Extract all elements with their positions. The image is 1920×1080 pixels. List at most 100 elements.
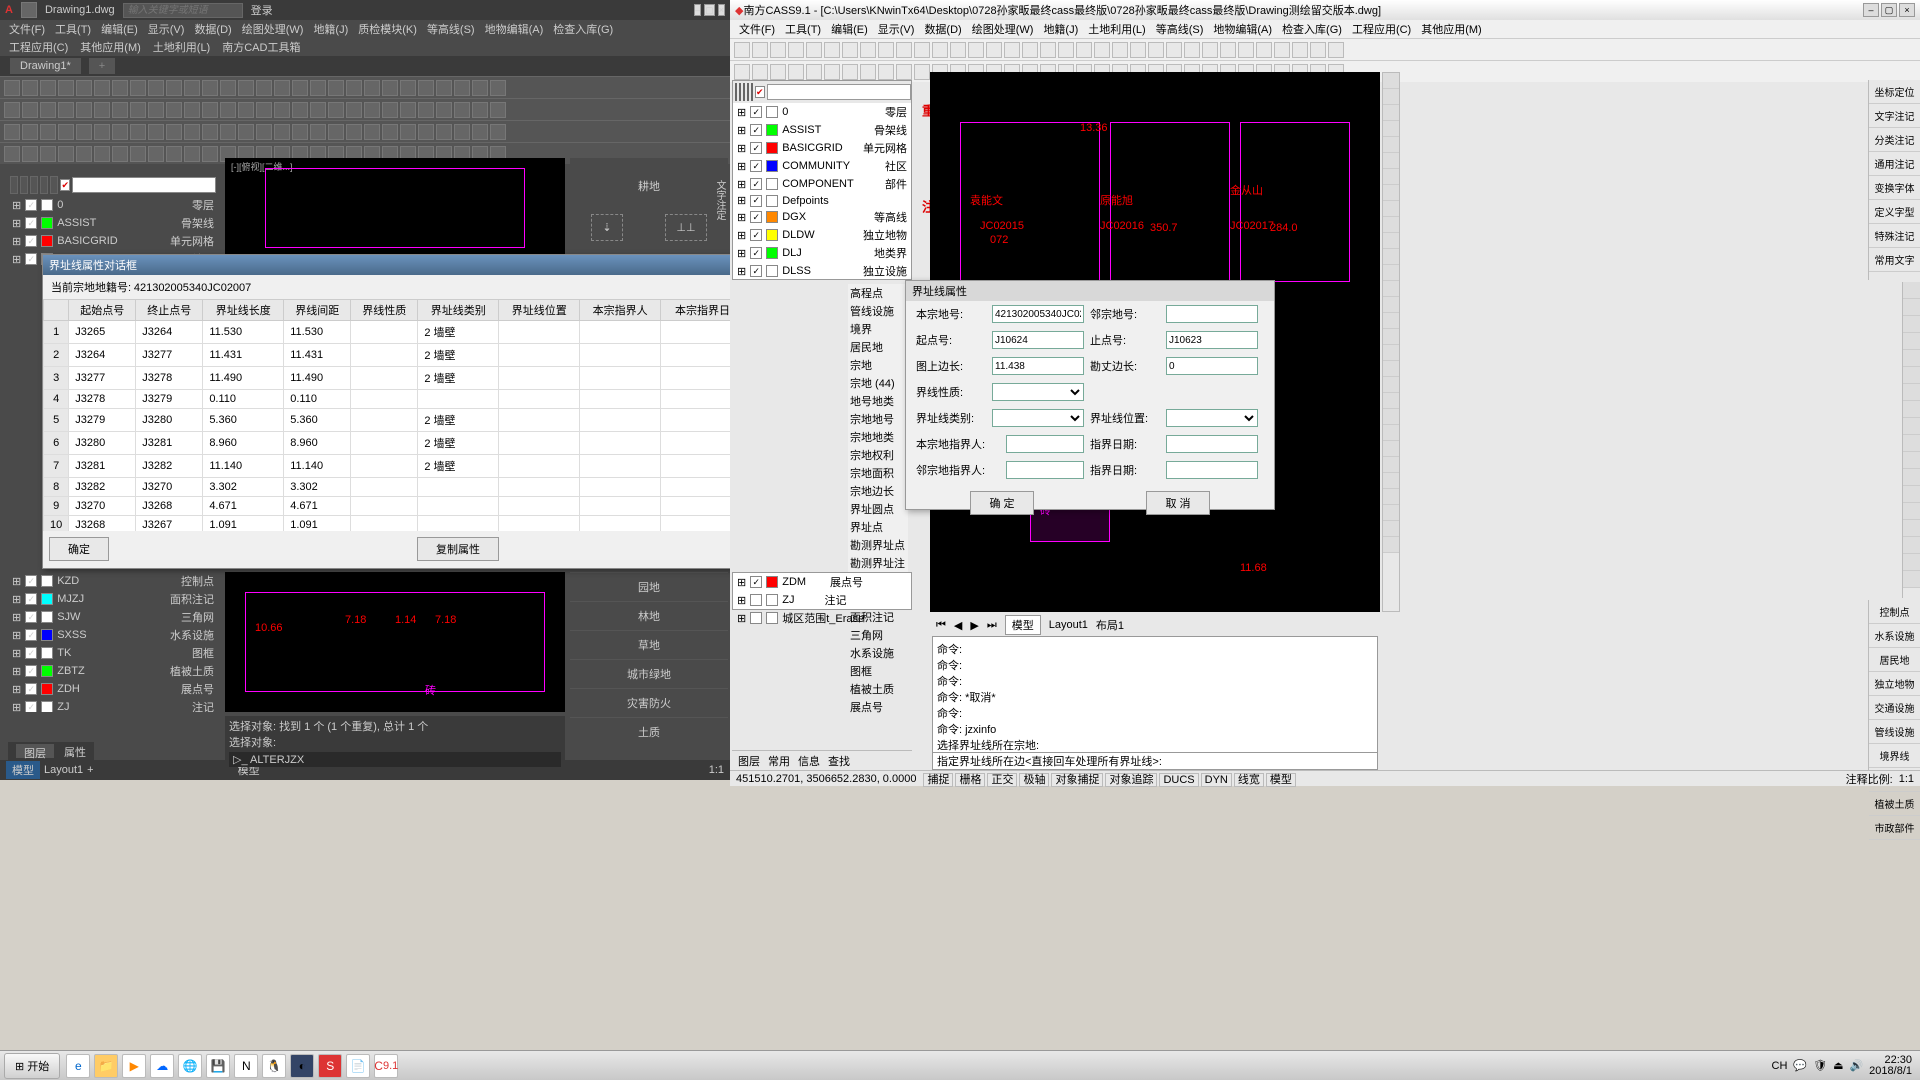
tree-expand-icon[interactable]: ⊞ xyxy=(12,199,21,212)
shield-icon[interactable]: S xyxy=(318,1054,342,1078)
table-cell[interactable]: J3282 xyxy=(69,478,136,497)
explorer-icon[interactable]: 📁 xyxy=(94,1054,118,1078)
tab[interactable]: 图层 xyxy=(738,753,760,766)
table-cell[interactable] xyxy=(499,478,580,497)
toolbar-button[interactable] xyxy=(418,102,434,118)
category-item[interactable]: 宗地 xyxy=(848,356,908,374)
tool-icon[interactable] xyxy=(1383,329,1399,345)
table-cell[interactable]: J3270 xyxy=(136,478,203,497)
toolbar-button[interactable] xyxy=(418,80,434,96)
layer-vis-check[interactable]: ✓ xyxy=(25,647,37,659)
tool-icon[interactable] xyxy=(1383,441,1399,457)
tool-icon[interactable] xyxy=(1383,73,1399,89)
tool-icon[interactable] xyxy=(1383,377,1399,393)
toolbar-button[interactable] xyxy=(986,42,1002,58)
wmp-icon[interactable]: ▶ xyxy=(122,1054,146,1078)
table-cell[interactable]: 2 墙壁 xyxy=(418,321,499,344)
layer-color-swatch[interactable] xyxy=(41,611,53,623)
layer-vis-check[interactable]: ✓ xyxy=(25,683,37,695)
toolbar-button[interactable] xyxy=(202,102,218,118)
layer-color-swatch[interactable] xyxy=(766,124,778,136)
table-cell[interactable]: J3267 xyxy=(136,516,203,532)
tray-icon[interactable]: 💬 xyxy=(1793,1059,1807,1072)
layer-color-swatch[interactable] xyxy=(41,593,53,605)
toolbar-button[interactable] xyxy=(896,42,912,58)
table-cell[interactable]: 8.960 xyxy=(284,432,351,455)
layer-btn[interactable] xyxy=(747,83,749,101)
layer-vis-check[interactable]: ✓ xyxy=(25,611,37,623)
toolbar-button[interactable] xyxy=(1058,42,1074,58)
tree-expand-icon[interactable]: ⊞ xyxy=(12,701,21,713)
table-cell[interactable]: 0.110 xyxy=(203,390,284,409)
nav-first-icon[interactable]: ⏮ xyxy=(936,619,946,632)
toolbar-button[interactable] xyxy=(40,146,56,162)
menu-item[interactable]: 南方CAD工具箱 xyxy=(218,39,304,55)
land-icon[interactable]: ⇣ xyxy=(591,214,622,241)
layer-vis-check[interactable]: ✓ xyxy=(750,247,762,259)
table-cell[interactable]: J3282 xyxy=(136,455,203,478)
toolbar-button[interactable] xyxy=(914,64,930,80)
layer-filter-input[interactable] xyxy=(72,177,216,193)
layer-btn[interactable] xyxy=(20,176,28,194)
cancel-button[interactable]: 取 消 xyxy=(1146,491,1209,515)
sidebar-button[interactable]: 通用注记 xyxy=(1869,152,1920,176)
table-cell[interactable] xyxy=(580,432,661,455)
layer-vis-check[interactable]: ✓ xyxy=(750,195,762,207)
drawing-canvas-bottom[interactable]: 10.66 7.18 1.14 7.18 砖 xyxy=(225,572,565,712)
doc-tab-active[interactable]: Drawing1* xyxy=(10,58,81,74)
layer-vis-check[interactable]: ✓ xyxy=(25,253,37,265)
toolbar-button[interactable] xyxy=(364,124,380,140)
category-item[interactable]: 境界 xyxy=(848,320,908,338)
tool-icon[interactable] xyxy=(1383,537,1399,553)
copy-props-button[interactable]: 复制属性 xyxy=(417,537,499,561)
table-cell[interactable]: 11.140 xyxy=(203,455,284,478)
category-item[interactable]: 展点号 xyxy=(848,698,908,716)
tab-layers[interactable]: 图层 xyxy=(16,744,54,758)
model-tab[interactable]: 模型 xyxy=(1005,615,1041,635)
tray-icon[interactable]: ⏏ xyxy=(1833,1059,1843,1072)
category-item[interactable]: 宗地面积 xyxy=(848,464,908,482)
category-item[interactable]: 宗地权利 xyxy=(848,446,908,464)
tool-icon[interactable] xyxy=(1383,121,1399,137)
command-input-line[interactable]: 指定界址线所在边<直接回车处理所有界址线>: xyxy=(932,752,1378,770)
table-cell[interactable]: J3265 xyxy=(69,321,136,344)
table-cell[interactable] xyxy=(580,344,661,367)
table-row[interactable]: 7J3281J328211.14011.1402 墙壁 xyxy=(44,455,837,478)
layer-color-swatch[interactable] xyxy=(766,576,778,588)
toolbar-button[interactable] xyxy=(328,102,344,118)
sidebar-button[interactable]: 坐标定位 xyxy=(1869,80,1920,104)
toolbar-button[interactable] xyxy=(1292,42,1308,58)
prop-dialog-title[interactable]: 界址线属性 xyxy=(906,281,1274,301)
sidebar-tool-icon[interactable] xyxy=(1903,520,1920,537)
toolbar-button[interactable] xyxy=(932,42,948,58)
toolbar-button[interactable] xyxy=(788,64,804,80)
col-header[interactable]: 终止点号 xyxy=(136,300,203,321)
tree-expand-icon[interactable]: ⊞ xyxy=(12,665,21,678)
toolbar-button[interactable] xyxy=(148,80,164,96)
layer-vis-check[interactable]: ✓ xyxy=(25,575,37,587)
layer-btn[interactable] xyxy=(739,83,741,101)
table-cell[interactable]: J3277 xyxy=(136,344,203,367)
model-tab[interactable]: 模型 xyxy=(6,761,40,779)
table-cell[interactable] xyxy=(351,367,418,390)
toolbar-button[interactable] xyxy=(166,124,182,140)
menu-item[interactable]: 地籍(J) xyxy=(309,21,352,37)
toolbar-button[interactable] xyxy=(454,80,470,96)
toolbar-button[interactable] xyxy=(40,124,56,140)
table-cell[interactable] xyxy=(580,478,661,497)
layout-tab[interactable]: Layout1 xyxy=(44,764,83,776)
table-cell[interactable]: J3278 xyxy=(69,390,136,409)
toolbar-button[interactable] xyxy=(112,146,128,162)
minimize-button[interactable]: – xyxy=(1863,3,1879,17)
nav-last-icon[interactable]: ⏭ xyxy=(987,619,997,632)
cmd-input-line[interactable]: ▷_ ALTERJZX xyxy=(229,752,561,767)
toolbar-button[interactable] xyxy=(1220,42,1236,58)
table-row[interactable]: 1J3265J326411.53011.5302 墙壁 xyxy=(44,321,837,344)
land-category-item[interactable]: 园地 xyxy=(570,572,728,601)
toolbar-button[interactable] xyxy=(58,102,74,118)
menu-item[interactable]: 地物编辑(A) xyxy=(481,21,548,37)
table-row[interactable]: 5J3279J32805.3605.3602 墙壁 xyxy=(44,409,837,432)
menu-item[interactable]: 土地利用(L) xyxy=(149,39,214,55)
command-history-panel[interactable]: 命令:命令:命令:命令: *取消*命令:命令: jzxinfo选择界址线所在宗地… xyxy=(932,636,1378,754)
tool-icon[interactable] xyxy=(1383,201,1399,217)
